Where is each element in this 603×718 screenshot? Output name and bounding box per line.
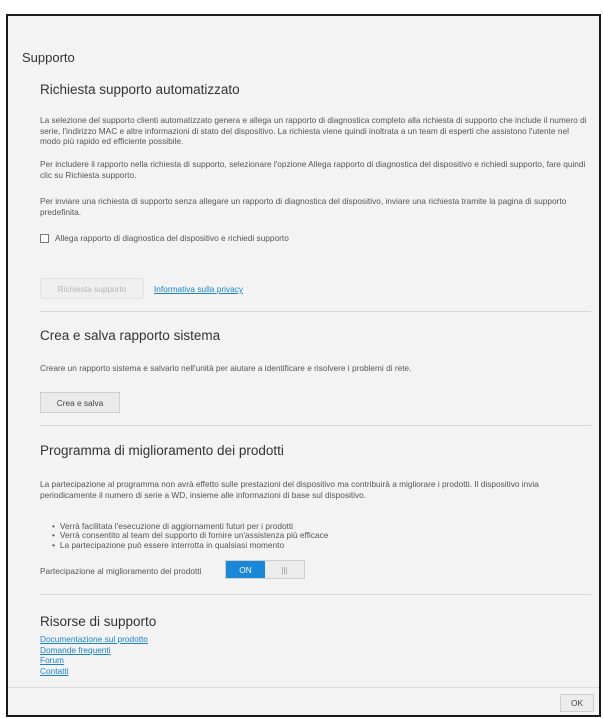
faq-link[interactable]: Domande frequenti [40,645,148,656]
privacy-policy-link[interactable]: Informativa sulla privacy [154,284,243,294]
attach-diagnostics-checkbox[interactable] [40,234,49,243]
automated-support-paragraph-1: La selezione del supporto clienti automa… [40,115,587,147]
resources-heading: Risorse di supporto [40,614,157,629]
dialog-title: Supporto [22,50,75,65]
improvement-heading: Programma di miglioramento dei prodotti [40,443,284,458]
section-divider [40,425,591,426]
participation-label: Partecipazione al miglioramento dei prod… [40,566,202,576]
system-report-description: Creare un rapporto sistema e salvarlo ne… [40,363,412,373]
automated-support-paragraph-2: Per includere il rapporto nella richiest… [40,159,586,180]
automated-support-paragraph-3: Per inviare una richiesta di supporto se… [40,196,567,217]
contacts-link[interactable]: Contatti [40,666,148,677]
footer-divider [8,687,599,688]
forum-link[interactable]: Forum [40,655,148,666]
section-divider [40,311,591,312]
product-documentation-link[interactable]: Documentazione sul prodotto [40,634,148,645]
toggle-on-state[interactable]: ON [226,561,265,578]
create-save-button[interactable]: Crea e salva [40,392,120,413]
support-dialog: Supporto Richiesta supporto automatizzat… [6,14,601,717]
automated-support-heading: Richiesta supporto automatizzato [40,82,240,97]
participation-toggle[interactable]: ON ||| [225,560,305,579]
system-report-heading: Crea e salva rapporto sistema [40,328,221,343]
improvement-description: La partecipazione al programma non avrà … [40,479,539,500]
toggle-off-state[interactable]: ||| [265,561,304,578]
section-divider [40,594,591,595]
ok-button[interactable]: OK [560,694,594,712]
automated-support-section: Richiesta supporto automatizzato [40,82,590,97]
attach-diagnostics-label: Allega rapporto di diagnostica del dispo… [55,233,289,243]
improvement-bullets: Verrà facilitata l'esecuzione di aggiorn… [40,521,590,550]
list-item: La partecipazione può essere interrotta … [52,540,590,550]
request-support-button[interactable]: Richiesta supporto [40,278,144,299]
resources-links: Documentazione sul prodotto Domande freq… [40,634,148,676]
dialog-content: Richiesta supporto automatizzato La sele… [28,70,593,703]
